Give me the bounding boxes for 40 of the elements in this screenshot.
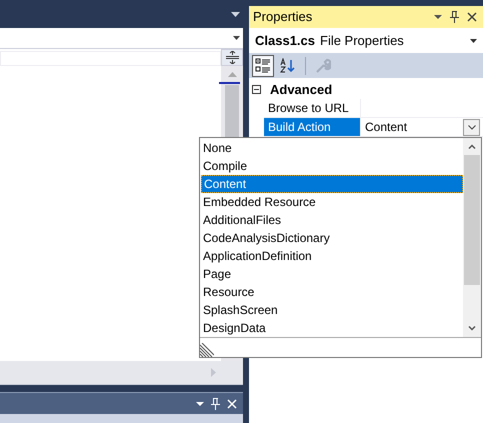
pin-icon[interactable]	[450, 11, 459, 23]
collapse-icon[interactable]	[252, 85, 261, 94]
dropdown-item[interactable]: DesignData	[201, 319, 463, 337]
dropdown-icon[interactable]	[196, 402, 204, 406]
scrollbar-marker	[219, 82, 240, 84]
sort-icon	[280, 58, 296, 74]
dropdown-icon[interactable]	[231, 12, 240, 16]
scroll-down-icon[interactable]	[468, 326, 476, 331]
dropdown-icon[interactable]	[434, 15, 442, 19]
property-value: Content	[365, 119, 408, 136]
dropdown-icon	[470, 38, 477, 42]
resize-grip-icon[interactable]	[200, 343, 214, 357]
dropdown-item[interactable]: SplashScreen	[201, 301, 463, 319]
wrench-icon	[315, 58, 331, 74]
object-type: File Properties	[320, 32, 405, 50]
dropdown-item[interactable]: CodeAnalysisDictionary	[201, 229, 463, 247]
splitter-button[interactable]	[221, 49, 243, 66]
object-selector[interactable]: Class1.cs File Properties	[249, 28, 483, 53]
scrollbar-thumb[interactable]	[464, 155, 480, 285]
categorized-button[interactable]	[252, 54, 274, 76]
object-name: Class1.cs	[255, 32, 315, 50]
dropdown-item[interactable]: ApplicationDefinition	[201, 247, 463, 265]
category-label: Advanced	[270, 80, 332, 99]
dropdown-item[interactable]: Content	[201, 175, 463, 193]
close-icon[interactable]	[467, 12, 477, 22]
dropdown-button[interactable]	[463, 118, 480, 136]
caret-icon	[468, 124, 476, 130]
dropdown-item[interactable]: Compile	[201, 157, 463, 175]
splitter-icon	[226, 51, 238, 64]
dropdown-item[interactable]: Page	[201, 265, 463, 283]
dropdown-item[interactable]: Embedded Resource	[201, 193, 463, 211]
dropdown-item[interactable]: Resource	[201, 283, 463, 301]
property-name[interactable]: Build Action	[264, 118, 361, 137]
dropdown-icon	[233, 36, 240, 40]
scroll-up-icon[interactable]	[468, 144, 476, 149]
dropdown-item[interactable]: None	[201, 139, 463, 157]
dropdown-item[interactable]: AdditionalFiles	[201, 211, 463, 229]
input-field[interactable]	[0, 51, 221, 66]
categorized-icon	[255, 58, 271, 74]
panel-title: Properties	[253, 8, 314, 26]
